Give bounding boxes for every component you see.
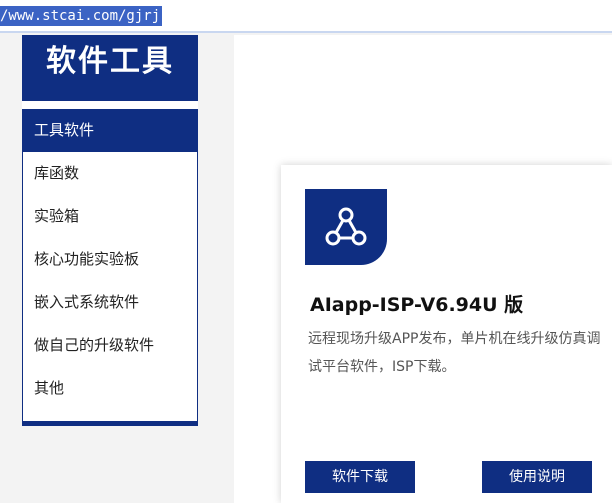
manual-button[interactable]: 使用说明 xyxy=(482,461,592,493)
download-button[interactable]: 软件下载 xyxy=(305,461,415,493)
sidebar-menu: 工具软件 库函数 实验箱 核心功能实验板 嵌入式系统软件 做自己的升级软件 其他 xyxy=(22,109,198,410)
sidebar-item-tools[interactable]: 工具软件 xyxy=(22,109,198,152)
sidebar-item-upgrade-software[interactable]: 做自己的升级软件 xyxy=(22,324,198,367)
sidebar-item-core-board[interactable]: 核心功能实验板 xyxy=(22,238,198,281)
address-bar[interactable]: /www.stcai.com/gjrj xyxy=(0,0,612,33)
share-network-icon xyxy=(325,207,367,246)
sidebar-item-other[interactable]: 其他 xyxy=(22,367,198,410)
sidebar-item-library[interactable]: 库函数 xyxy=(22,152,198,195)
sidebar-item-lab-box[interactable]: 实验箱 xyxy=(22,195,198,238)
product-card: AIapp-ISP-V6.94U 版 远程现场升级APP发布，单片机在线升级仿真… xyxy=(281,165,612,503)
sidebar-title: 软件工具 xyxy=(22,35,198,101)
sidebar: 软件工具 工具软件 库函数 实验箱 核心功能实验板 嵌入式系统软件 做自己的升级… xyxy=(22,35,198,426)
sidebar-divider xyxy=(22,101,198,109)
url-text[interactable]: /www.stcai.com/gjrj xyxy=(0,6,163,26)
sidebar-item-embedded-software[interactable]: 嵌入式系统软件 xyxy=(22,281,198,324)
product-name[interactable]: AIapp-ISP-V6.94U 版 xyxy=(310,290,523,317)
product-description: 远程现场升级APP发布，单片机在线升级仿真调试平台软件，ISP下载。 xyxy=(308,331,601,375)
product-icon-box xyxy=(305,189,387,265)
